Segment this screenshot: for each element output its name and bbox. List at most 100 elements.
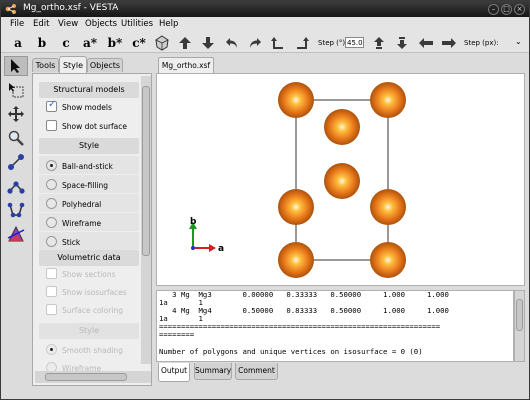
structure-viewport[interactable]: b a xyxy=(156,73,525,286)
menu-help[interactable]: Help xyxy=(159,19,178,29)
vesta-window: Mg_ortho.xsf - VESTA – □ × File Edit Vie… xyxy=(0,0,530,400)
step-px-label: Step (px): xyxy=(464,39,499,47)
arrow-down-icon xyxy=(202,36,214,49)
distance-icon xyxy=(8,154,24,170)
distance-tool-button[interactable] xyxy=(4,152,28,172)
rotate-up-button[interactable] xyxy=(177,34,193,51)
style-panel: Structural models Show models Show dot s… xyxy=(32,73,152,386)
show-isosurfaces-checkbox[interactable] xyxy=(46,286,57,297)
tab-style[interactable]: Style xyxy=(59,56,87,73)
double-arrow-right-icon xyxy=(442,37,456,48)
space-filling-radio[interactable] xyxy=(46,179,57,190)
polyhedron-icon xyxy=(155,34,169,51)
menu-edit[interactable]: Edit xyxy=(33,19,49,29)
close-icon[interactable]: × xyxy=(514,4,525,15)
step-angle-input[interactable] xyxy=(345,37,364,48)
tab-comment[interactable]: Comment xyxy=(235,363,278,380)
double-arrow-left-icon xyxy=(419,37,433,48)
surface-coloring-label: Surface coloring xyxy=(62,306,124,315)
menu-view[interactable]: View xyxy=(58,19,78,29)
view-along-b-button[interactable]: b xyxy=(33,34,51,51)
mg-atom xyxy=(324,109,360,145)
rotate-left-button[interactable] xyxy=(224,34,240,51)
show-models-checkbox[interactable] xyxy=(46,99,57,112)
move-left-button[interactable] xyxy=(417,34,435,51)
output-line: 3 Mg Mg3 0.00000 0.33333 0.50000 1.000 1… xyxy=(159,290,449,299)
axis-indicator: b a xyxy=(189,217,224,254)
move-down-button[interactable] xyxy=(394,34,410,51)
dihedral-tool-button[interactable] xyxy=(4,200,28,220)
panel-vertical-scrollbar[interactable] xyxy=(141,76,151,364)
smooth-shading-radio[interactable] xyxy=(46,344,57,355)
wireframe-radio[interactable] xyxy=(46,217,57,228)
vesta-app-icon[interactable] xyxy=(5,3,17,15)
rotate-cw-button[interactable] xyxy=(294,34,310,51)
view-along-b-star-button[interactable]: b* xyxy=(105,34,125,51)
title-bar: Mg_ortho.xsf - VESTA – □ × xyxy=(1,1,529,17)
show-dot-surface-checkbox[interactable] xyxy=(46,120,57,131)
tab-summary[interactable]: Summary xyxy=(194,363,232,380)
minimize-icon[interactable]: – xyxy=(488,4,499,15)
arrow-down-bar-icon xyxy=(397,36,407,49)
angle-tool-button[interactable] xyxy=(4,176,28,196)
arrow-up-bar-icon xyxy=(374,36,384,49)
output-line: ======== xyxy=(159,330,195,340)
view-along-a-button[interactable]: a xyxy=(9,34,27,51)
menu-utilities[interactable]: Utilities xyxy=(121,19,153,29)
mg-atom xyxy=(278,82,314,118)
rotate-down-button[interactable] xyxy=(200,34,216,51)
stick-radio[interactable] xyxy=(46,236,57,247)
orientation-matrix-button[interactable] xyxy=(153,34,171,51)
move-right-button[interactable] xyxy=(440,34,458,51)
scrollbar-thumb[interactable] xyxy=(45,373,127,381)
show-models-label: Show models xyxy=(62,103,112,112)
tab-tools[interactable]: Tools xyxy=(32,58,59,72)
boundary-tool-button[interactable] xyxy=(4,224,28,244)
chevron-down-icon[interactable]: ⌄ xyxy=(515,37,522,46)
curved-arrow-right-icon xyxy=(250,37,261,48)
rotate-right-button[interactable] xyxy=(247,34,263,51)
wireframe-label: Wireframe xyxy=(62,219,102,228)
tab-file[interactable]: Mg_ortho.xsf xyxy=(158,57,214,73)
translate-tool-button[interactable] xyxy=(4,104,28,124)
rotate-cw-icon xyxy=(297,36,309,49)
view-along-c-button[interactable]: c xyxy=(57,34,75,51)
rotate-ccw-icon xyxy=(271,36,283,49)
left-tool-palette xyxy=(4,56,28,256)
show-sections-checkbox[interactable] xyxy=(46,268,57,279)
vol-style-header: Style xyxy=(39,323,139,339)
menu-objects[interactable]: Objects xyxy=(85,19,117,29)
tab-output[interactable]: Output xyxy=(158,363,190,382)
side-panel: Tools Style Objects Structural models Sh… xyxy=(30,56,152,386)
scrollbar-thumb[interactable] xyxy=(142,86,150,256)
rotate-ccw-button[interactable] xyxy=(270,34,286,51)
mg-atom xyxy=(278,189,314,225)
tab-objects[interactable]: Objects xyxy=(87,58,123,72)
panel-horizontal-scrollbar[interactable] xyxy=(35,371,151,383)
maximize-icon[interactable]: □ xyxy=(501,4,512,15)
translate-icon xyxy=(8,106,24,122)
view-along-c-star-button[interactable]: c* xyxy=(129,34,149,51)
output-scrollbar[interactable] xyxy=(514,290,525,362)
move-up-button[interactable] xyxy=(371,34,387,51)
scrollbar-thumb[interactable] xyxy=(516,299,523,331)
angle-icon xyxy=(7,181,25,194)
ball-and-stick-label: Ball-and-stick xyxy=(62,162,113,171)
polyhedral-radio[interactable] xyxy=(46,198,57,209)
ball-and-stick-radio[interactable] xyxy=(46,160,57,171)
output-line: ========================================… xyxy=(159,322,441,332)
mg-atom xyxy=(370,189,406,225)
select-tool-button[interactable] xyxy=(4,56,28,76)
mg-atom xyxy=(370,82,406,118)
select-arrow-icon xyxy=(11,59,20,73)
select-region-tool-button[interactable] xyxy=(4,80,28,100)
surface-coloring-checkbox[interactable] xyxy=(46,304,57,315)
menu-file[interactable]: File xyxy=(10,19,24,29)
output-text-area[interactable]: 3 Mg Mg3 0.00000 0.33333 0.50000 1.000 1… xyxy=(156,290,514,362)
polyhedral-label: Polyhedral xyxy=(62,200,102,209)
smooth-shading-label: Smooth shading xyxy=(62,346,123,355)
view-along-a-star-button[interactable]: a* xyxy=(80,34,100,51)
style-header: Style xyxy=(39,138,139,154)
space-filling-label: Space-filling xyxy=(62,181,109,190)
zoom-tool-button[interactable] xyxy=(4,128,28,148)
